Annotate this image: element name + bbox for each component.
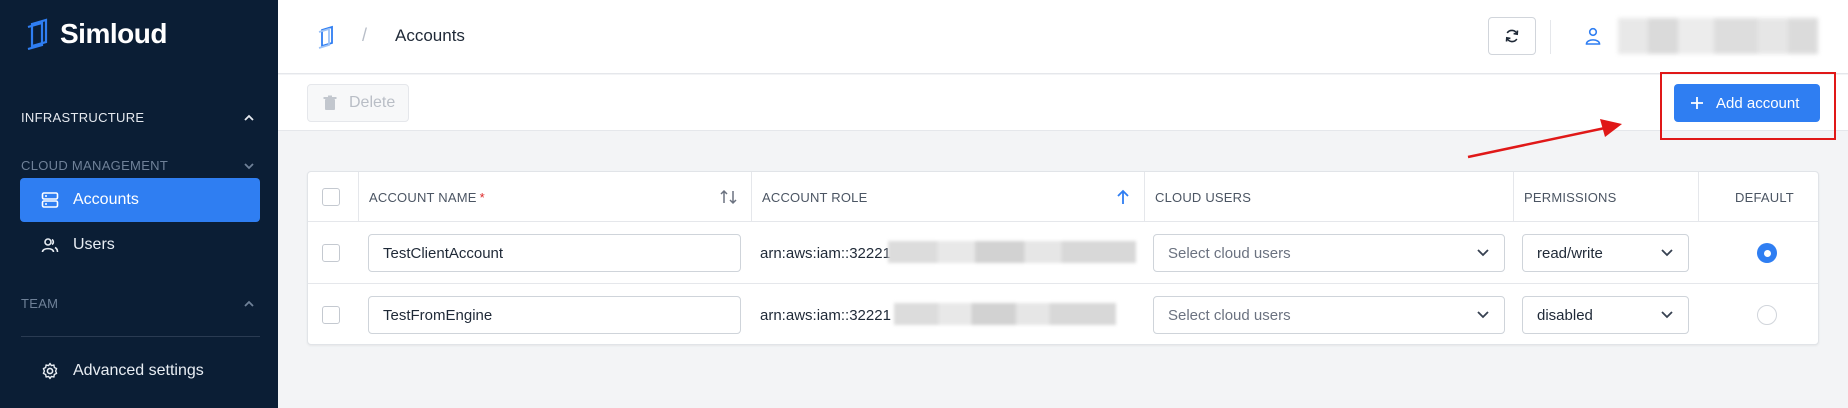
account-role-redacted — [888, 241, 1136, 263]
select-placeholder: Select cloud users — [1168, 244, 1291, 262]
column-header-cloud-users: CLOUD USERS — [1155, 172, 1251, 222]
delete-label: Delete — [349, 94, 396, 111]
refresh-icon — [1505, 29, 1519, 43]
column-header-account-name[interactable]: ACCOUNT NAME * — [369, 172, 485, 222]
permissions-select[interactable]: read/write — [1522, 234, 1689, 272]
brand-logo[interactable]: Simloud — [24, 18, 167, 50]
column-divider — [1698, 172, 1699, 222]
sidebar: Simloud INFRASTRUCTURE CLOUD MANAGEMENT … — [0, 0, 278, 408]
section-infrastructure[interactable]: INFRASTRUCTURE — [21, 110, 254, 125]
column-header-account-role[interactable]: ACCOUNT ROLE — [762, 172, 867, 222]
delete-button[interactable]: Delete — [307, 84, 409, 122]
chevron-down-icon — [1477, 249, 1489, 257]
chevron-up-icon — [244, 300, 254, 307]
required-marker: * — [479, 189, 485, 205]
column-header-default: DEFAULT — [1735, 172, 1794, 222]
column-header-permissions: PERMISSIONS — [1524, 172, 1617, 222]
chevron-down-icon — [1661, 249, 1673, 257]
select-value: read/write — [1537, 244, 1603, 262]
chevron-up-icon — [244, 114, 254, 121]
column-label: ACCOUNT NAME — [369, 189, 477, 205]
account-name-input[interactable] — [368, 234, 741, 272]
chevron-down-icon — [1477, 311, 1489, 319]
column-divider — [1513, 172, 1514, 222]
logo-icon — [27, 18, 48, 50]
sidebar-item-accounts[interactable]: Accounts — [20, 178, 260, 222]
header-divider — [1550, 20, 1551, 54]
cloud-users-select[interactable]: Select cloud users — [1153, 296, 1505, 334]
server-icon — [41, 192, 59, 208]
refresh-button[interactable] — [1488, 17, 1536, 55]
page-title: Accounts — [395, 26, 465, 45]
account-role-text: arn:aws:iam::32221 — [760, 245, 891, 262]
table-header: ACCOUNT NAME * ACCOUNT ROLE CLOUD USERS P… — [308, 172, 1818, 222]
home-breadcrumb-icon[interactable] — [316, 25, 338, 49]
row-checkbox[interactable] — [322, 306, 340, 324]
trash-icon — [323, 95, 337, 110]
section-cloud-management[interactable]: CLOUD MANAGEMENT — [21, 158, 254, 173]
permissions-select[interactable]: disabled — [1522, 296, 1689, 334]
sort-icon[interactable] — [719, 189, 739, 205]
user-icon[interactable] — [1585, 27, 1601, 45]
default-radio-unselected[interactable] — [1757, 305, 1777, 325]
column-divider — [1144, 172, 1145, 222]
account-role-redacted — [894, 303, 1116, 325]
breadcrumb-separator: / — [362, 25, 368, 45]
sidebar-item-users[interactable]: Users — [20, 223, 260, 267]
section-label: CLOUD MANAGEMENT — [21, 158, 169, 173]
table-row: arn:aws:iam::32221 Select cloud users re… — [308, 223, 1818, 284]
section-team[interactable]: TEAM — [21, 296, 254, 311]
sort-ascending-icon[interactable] — [1116, 189, 1130, 205]
column-label: PERMISSIONS — [1524, 189, 1617, 205]
table-row: arn:aws:iam::32221 Select cloud users di… — [308, 285, 1818, 346]
chevron-down-icon — [244, 162, 254, 169]
row-checkbox[interactable] — [322, 244, 340, 262]
sidebar-divider — [21, 336, 260, 337]
sidebar-item-label: Advanced settings — [73, 362, 204, 379]
sidebar-item-label: Users — [73, 236, 115, 253]
users-icon — [41, 238, 59, 253]
select-value: disabled — [1537, 306, 1593, 324]
column-label: ACCOUNT ROLE — [762, 189, 868, 205]
select-all-checkbox[interactable] — [322, 188, 340, 206]
column-divider — [751, 172, 752, 222]
brand-name: Simloud — [60, 18, 167, 49]
topbar: / Accounts — [278, 0, 1848, 74]
section-label: TEAM — [21, 296, 59, 311]
account-name-input[interactable] — [368, 296, 741, 334]
default-radio-selected[interactable] — [1757, 243, 1777, 263]
annotation-arrow — [1467, 119, 1622, 159]
annotation-highlight-box — [1660, 72, 1836, 140]
accounts-table: ACCOUNT NAME * ACCOUNT ROLE CLOUD USERS P… — [307, 171, 1819, 345]
cloud-users-select[interactable]: Select cloud users — [1153, 234, 1505, 272]
column-divider — [358, 172, 359, 222]
section-label: INFRASTRUCTURE — [21, 110, 145, 125]
gear-icon — [42, 362, 58, 380]
sidebar-item-label: Accounts — [73, 191, 139, 208]
chevron-down-icon — [1661, 311, 1673, 319]
account-role-text: arn:aws:iam::32221 — [760, 307, 891, 324]
select-placeholder: Select cloud users — [1168, 306, 1291, 324]
column-label: CLOUD USERS — [1155, 189, 1252, 205]
user-name-redacted[interactable] — [1618, 18, 1818, 54]
sidebar-item-advanced-settings[interactable]: Advanced settings — [20, 349, 260, 393]
column-label: DEFAULT — [1735, 189, 1794, 205]
